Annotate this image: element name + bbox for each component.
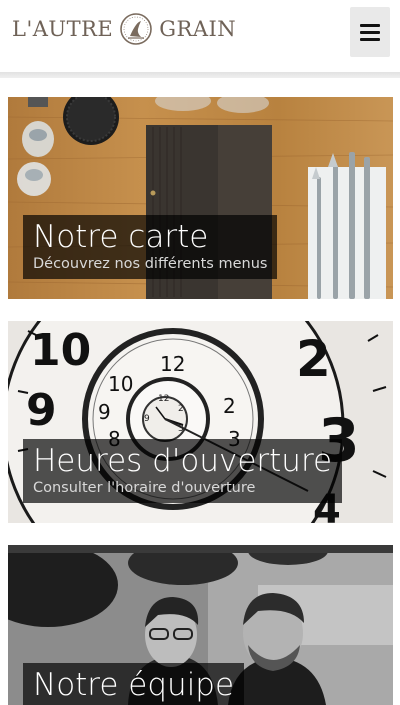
card-caption: Notre carte Découvrez nos différents men… [23,215,278,279]
card-caption: Heures d'ouverture Consulter l'horaire d… [23,439,343,503]
card-team[interactable]: Notre équipe [8,545,393,705]
svg-text:12: 12 [160,352,185,376]
card-subtitle: Consulter l'horaire d'ouverture [33,480,256,496]
svg-text:2: 2 [223,394,236,418]
svg-text:9: 9 [144,414,150,424]
card-opening-hours[interactable]: 10 2 3 9 4 12 10 9 2 3 8 12 2 9 3 Heures [8,321,393,523]
logo-word-left: L'AUTRE [12,17,114,41]
card-title: Heures d'ouverture [33,443,333,479]
card-subtitle: Découvrez nos différents menus [33,256,268,272]
logo-emblem-icon [120,13,153,45]
site-logo[interactable]: L'AUTRE GRAIN [12,10,236,48]
card-title: Notre équipe [33,667,235,703]
svg-text:10: 10 [30,325,91,376]
hamburger-menu-button[interactable] [350,7,390,57]
header-divider [0,72,400,78]
svg-text:2: 2 [178,404,184,414]
svg-text:2: 2 [296,330,331,388]
logo-word-right: GRAIN [159,17,237,41]
svg-text:9: 9 [98,400,111,424]
site-header: L'AUTRE GRAIN [0,0,400,72]
svg-text:10: 10 [108,372,133,396]
svg-text:9: 9 [26,385,57,436]
hamburger-menu-icon [360,23,380,41]
card-caption: Notre équipe [23,663,245,705]
card-title: Notre carte [33,219,209,255]
svg-text:12: 12 [158,394,169,404]
card-menu[interactable]: Notre carte Découvrez nos différents men… [8,97,393,299]
